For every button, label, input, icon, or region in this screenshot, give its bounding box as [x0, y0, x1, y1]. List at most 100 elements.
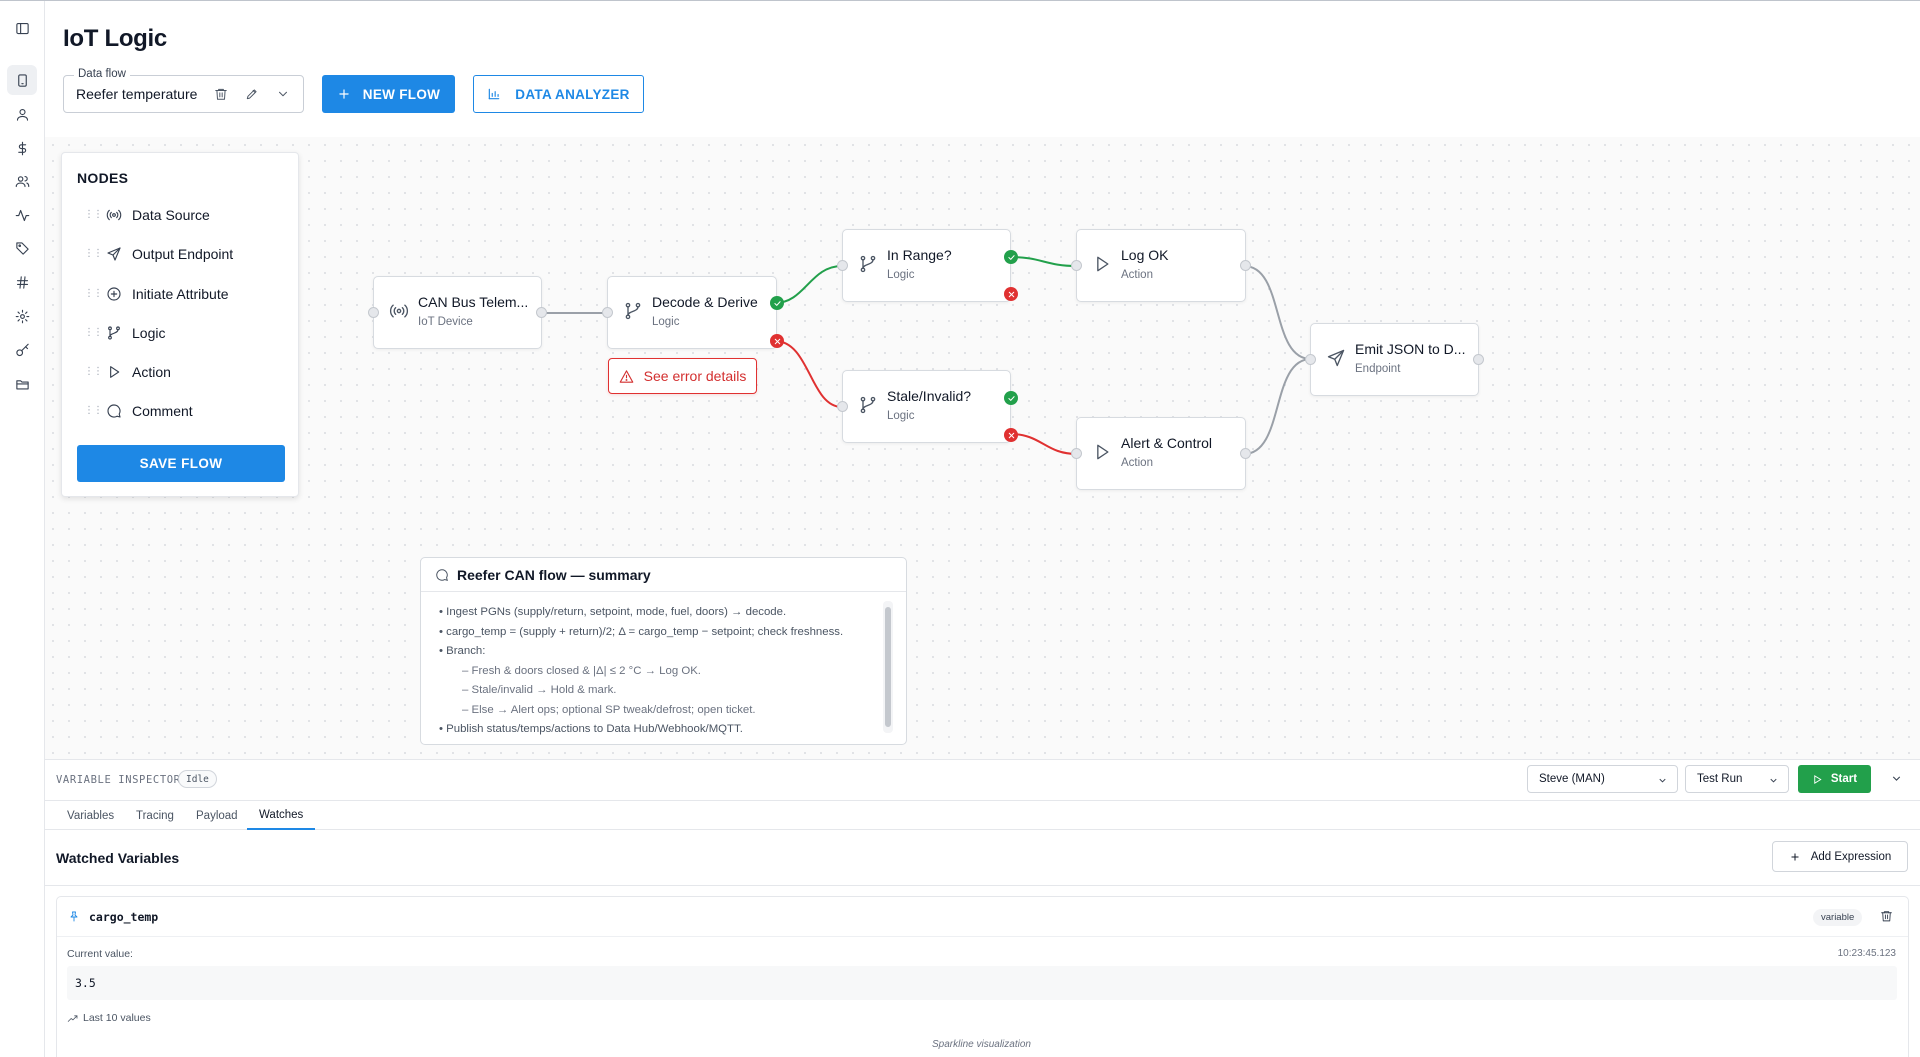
error-details-label: See error details — [643, 368, 747, 384]
input-port[interactable] — [1071, 260, 1082, 271]
comment-line: • Publish status/temps/actions to Data H… — [439, 723, 743, 735]
chevron-down-icon — [1659, 778, 1666, 783]
start-label: Start — [1830, 773, 1858, 785]
add-expression-button[interactable]: Add Expression — [1772, 841, 1908, 872]
trash-icon[interactable] — [212, 85, 230, 103]
flow-node-decode[interactable]: Decode & Derive Logic — [602, 276, 784, 349]
input-port[interactable] — [1071, 448, 1082, 459]
flow-node-log-ok[interactable]: Log OK Action — [1071, 229, 1251, 302]
flow-node-stale-invalid[interactable]: Stale/Invalid? Logic — [837, 370, 1018, 443]
node-title: Alert & Control — [1121, 435, 1213, 451]
broadcast-icon — [106, 209, 122, 221]
send-icon — [1326, 348, 1348, 370]
node-type: Action — [1121, 457, 1153, 469]
device-icon[interactable] — [7, 65, 37, 95]
start-button[interactable]: Start — [1798, 765, 1871, 793]
success-port-icon[interactable] — [1004, 391, 1018, 405]
new-flow-button[interactable]: NEW FLOW — [322, 75, 455, 113]
run-mode-select[interactable]: Test Run — [1685, 765, 1789, 793]
play-icon — [1092, 254, 1114, 276]
success-port-icon[interactable] — [770, 296, 784, 310]
user-select[interactable]: Steve (MAN) — [1527, 765, 1678, 793]
palette-item-output-endpoint[interactable]: ⋮⋮ Output Endpoint — [84, 243, 233, 265]
collapse-chevron-icon[interactable] — [1890, 772, 1904, 786]
palette-item-label: Action — [132, 364, 171, 380]
output-port[interactable] — [1240, 260, 1251, 271]
input-port[interactable] — [368, 307, 379, 318]
drag-handle-icon[interactable]: ⋮⋮ — [84, 406, 103, 416]
play-icon — [1092, 442, 1114, 464]
comment-body: • Ingest PGNs (supply/return, setpoint, … — [439, 603, 879, 740]
hash-icon[interactable] — [11, 271, 33, 293]
dollar-icon[interactable] — [11, 137, 33, 159]
user-icon[interactable] — [11, 103, 33, 125]
node-title: In Range? — [887, 247, 952, 263]
tab-payload[interactable]: Payload — [184, 801, 250, 830]
output-port[interactable] — [1240, 448, 1251, 459]
error-port-icon[interactable] — [1004, 428, 1018, 442]
input-port[interactable] — [602, 307, 613, 318]
folder-icon[interactable] — [11, 373, 33, 395]
plus-circle-icon — [107, 287, 121, 301]
output-port[interactable] — [536, 307, 547, 318]
palette-item-initiate-attribute[interactable]: ⋮⋮ Initiate Attribute — [84, 283, 229, 305]
comment-node-summary[interactable]: Reefer CAN flow — summary • Ingest PGNs … — [420, 557, 907, 745]
node-title: Emit JSON to D... — [1355, 341, 1466, 357]
error-port-icon[interactable] — [770, 334, 784, 348]
play-icon — [1814, 774, 1822, 784]
sidebar-toggle-icon[interactable] — [11, 17, 33, 39]
chevron-down-icon[interactable] — [274, 85, 292, 103]
drag-handle-icon[interactable]: ⋮⋮ — [84, 249, 103, 259]
palette-item-data-source[interactable]: ⋮⋮ Data Source — [84, 204, 210, 226]
drag-handle-icon[interactable]: ⋮⋮ — [84, 210, 103, 220]
warning-icon — [619, 369, 633, 383]
run-mode-value: Test Run — [1697, 773, 1743, 785]
trash-icon[interactable] — [1880, 909, 1896, 925]
flow-node-alert-control[interactable]: Alert & Control Action — [1071, 417, 1251, 490]
inspector-tabs: Variables Tracing Payload Watches — [45, 800, 1920, 830]
key-icon[interactable] — [11, 339, 33, 361]
tag-icon[interactable] — [11, 237, 33, 259]
drag-handle-icon[interactable]: ⋮⋮ — [84, 367, 103, 377]
gear-icon[interactable] — [11, 305, 33, 327]
pencil-icon[interactable] — [243, 85, 261, 103]
comment-title: Reefer CAN flow — summary — [457, 566, 651, 583]
palette-item-action[interactable]: ⋮⋮ Action — [84, 361, 171, 383]
error-port-icon[interactable] — [1004, 287, 1018, 301]
see-error-details-button[interactable]: See error details — [608, 358, 757, 394]
flow-node-emit-json[interactable]: Emit JSON to D... Endpoint — [1305, 323, 1484, 396]
input-port[interactable] — [837, 260, 848, 271]
drag-handle-icon[interactable]: ⋮⋮ — [84, 289, 103, 299]
comment-scrollbar[interactable] — [885, 607, 891, 727]
input-port[interactable] — [1305, 354, 1316, 365]
nodes-panel-title: NODES — [77, 170, 129, 186]
palette-item-comment[interactable]: ⋮⋮ Comment — [84, 400, 193, 422]
current-value-label: Current value: — [67, 948, 133, 960]
plus-icon — [1791, 853, 1799, 860]
flow-node-can-bus[interactable]: CAN Bus Telem... IoT Device — [368, 276, 547, 349]
send-icon — [107, 247, 121, 261]
success-port-icon[interactable] — [1004, 250, 1018, 264]
drag-handle-icon[interactable]: ⋮⋮ — [84, 328, 103, 338]
output-port[interactable] — [1473, 354, 1484, 365]
save-flow-button[interactable]: SAVE FLOW — [77, 445, 285, 482]
comment-icon — [436, 568, 448, 581]
branch-icon — [858, 254, 880, 276]
users-icon[interactable] — [11, 170, 33, 192]
palette-item-logic[interactable]: ⋮⋮ Logic — [84, 322, 165, 344]
comment-line: • Ingest PGNs (supply/return, setpoint, … — [439, 606, 787, 618]
activity-icon[interactable] — [11, 204, 33, 226]
input-port[interactable] — [837, 401, 848, 412]
node-title: Log OK — [1121, 247, 1169, 263]
branch-icon — [858, 395, 880, 417]
tab-tracing[interactable]: Tracing — [124, 801, 186, 830]
tab-watches[interactable]: Watches — [247, 801, 316, 830]
broadcast-icon — [389, 301, 411, 323]
data-analyzer-button[interactable]: DATA ANALYZER — [473, 75, 644, 113]
data-flow-select[interactable]: Data flow Reefer temperature — [63, 68, 304, 113]
current-value: 3.5 — [75, 976, 96, 990]
flow-node-in-range[interactable]: In Range? Logic — [837, 229, 1018, 302]
pin-icon[interactable] — [68, 910, 80, 924]
tab-variables[interactable]: Variables — [55, 801, 126, 830]
watch-variable-name: cargo_temp — [89, 910, 159, 924]
